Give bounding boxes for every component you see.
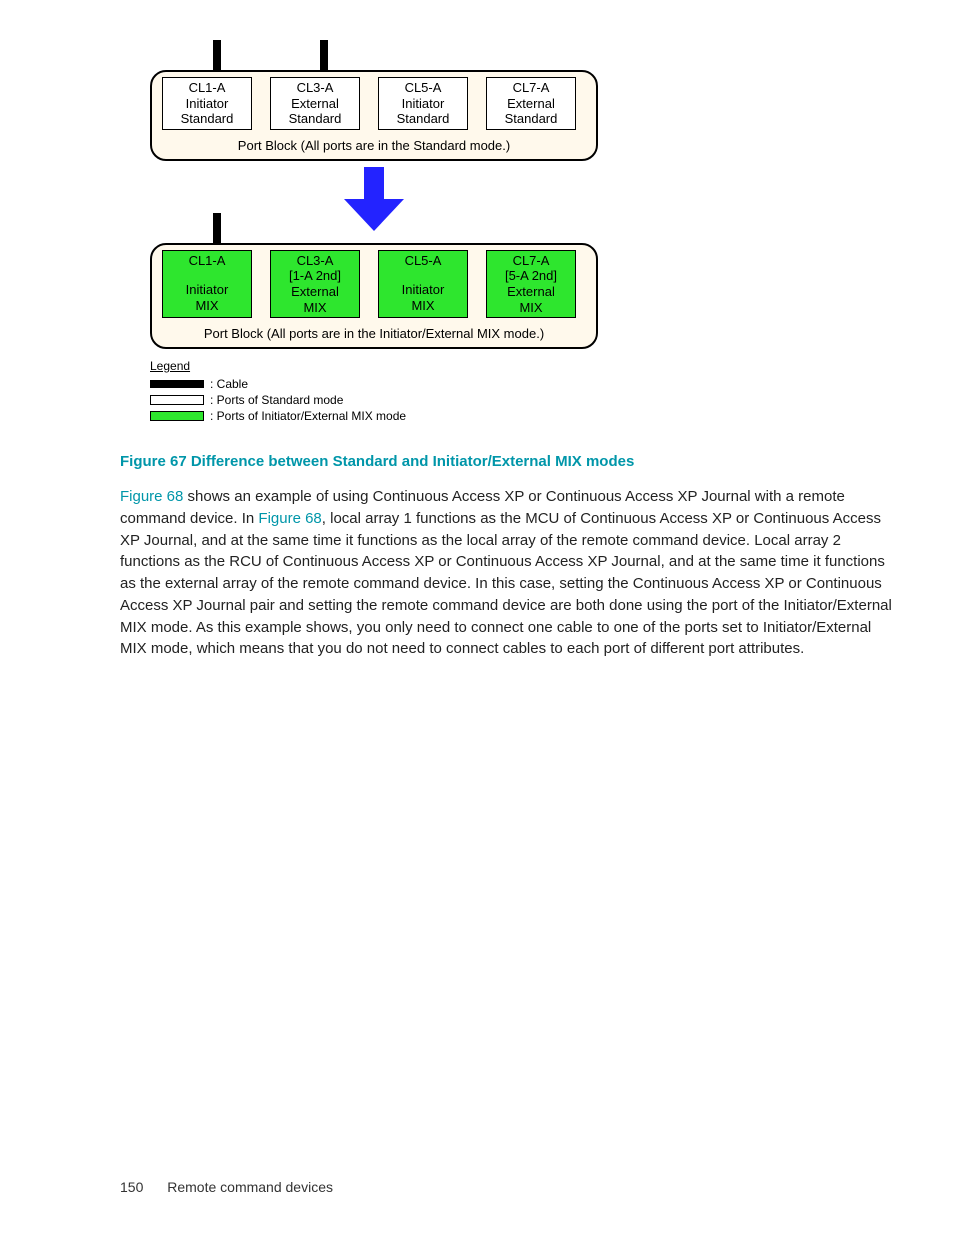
figure-caption: Figure 67 Difference between Standard an… xyxy=(120,453,894,470)
legend: Legend : Cable : Ports of Standard mode … xyxy=(150,359,894,423)
port-cl5a-mix: CL5-A Initiator MIX xyxy=(378,250,468,318)
legend-label-standard: : Ports of Standard mode xyxy=(210,393,343,407)
port-cl7a-mix: CL7-A [5-A 2nd] External MIX xyxy=(486,250,576,318)
legend-swatch-cable xyxy=(150,380,204,388)
page-footer: 150 Remote command devices xyxy=(120,1179,333,1195)
figure-link-68a[interactable]: Figure 68 xyxy=(120,488,183,505)
port-cl1a-std: CL1-A Initiator Standard xyxy=(162,77,252,130)
legend-title: Legend xyxy=(150,359,894,373)
port-cl1a-mix: CL1-A Initiator MIX xyxy=(162,250,252,318)
section-title: Remote command devices xyxy=(167,1179,333,1195)
port-cl7a-std: CL7-A External Standard xyxy=(486,77,576,130)
page-number: 150 xyxy=(120,1179,143,1195)
port-block-standard: CL1-A Initiator Standard CL3-A External … xyxy=(150,40,894,161)
block-caption-std: Port Block (All ports are in the Standar… xyxy=(162,136,586,153)
cables-top-1 xyxy=(168,40,894,70)
legend-swatch-mix xyxy=(150,411,204,421)
diagram: CL1-A Initiator Standard CL3-A External … xyxy=(150,40,894,423)
port-cl3a-mix: CL3-A [1-A 2nd] External MIX xyxy=(270,250,360,318)
legend-label-mix: : Ports of Initiator/External MIX mode xyxy=(210,409,406,423)
block-caption-mix: Port Block (All ports are in the Initiat… xyxy=(162,324,586,341)
legend-label-cable: : Cable xyxy=(210,377,248,391)
legend-swatch-standard xyxy=(150,395,204,405)
cable-icon xyxy=(320,40,328,70)
port-cl3a-std: CL3-A External Standard xyxy=(270,77,360,130)
cable-icon xyxy=(213,40,221,70)
figure-link-68b[interactable]: Figure 68 xyxy=(258,510,321,527)
port-cl5a-std: CL5-A Initiator Standard xyxy=(378,77,468,130)
cables-top-2 xyxy=(168,213,894,243)
port-block-mix: CL1-A Initiator MIX CL3-A [1-A 2nd] Exte… xyxy=(150,213,894,349)
cable-icon xyxy=(213,213,221,243)
body-paragraph: Figure 68 shows an example of using Cont… xyxy=(120,486,894,660)
